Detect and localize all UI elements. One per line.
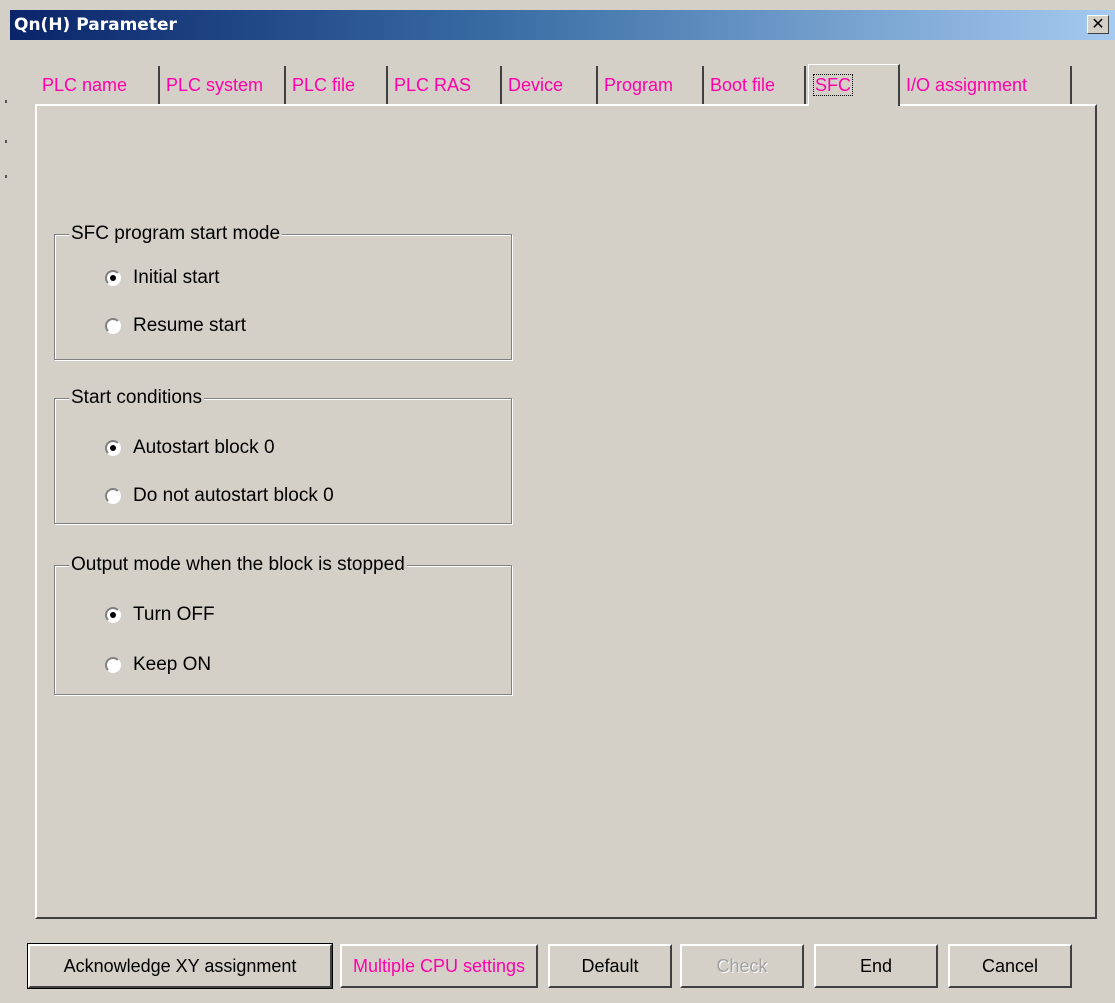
- radio-checked-icon[interactable]: [105, 607, 121, 623]
- tab-boot-file[interactable]: Boot file: [706, 66, 806, 104]
- tab-label: SFC: [813, 74, 853, 96]
- tab-label: PLC name: [42, 75, 128, 95]
- radio-label: Resume start: [133, 315, 246, 336]
- default-button[interactable]: Default: [548, 944, 672, 988]
- group-label: SFC program start mode: [69, 223, 283, 245]
- sfc-tab-panel: SFC program start mode Initial start Res…: [35, 104, 1097, 919]
- window-title: Qn(H) Parameter: [14, 15, 177, 35]
- tab-device[interactable]: Device: [504, 66, 598, 104]
- group-label: Start conditions: [69, 387, 204, 409]
- parameter-dialog: Qn(H) Parameter ✕ PLC name PLC system PL…: [10, 0, 1115, 1003]
- radio-unchecked-icon[interactable]: [105, 318, 121, 334]
- radio-label: Initial start: [133, 267, 220, 288]
- radio-turn-off[interactable]: Turn OFF: [105, 604, 215, 626]
- radio-keep-on[interactable]: Keep ON: [105, 654, 211, 676]
- tab-label: Device: [508, 75, 564, 95]
- tab-label: PLC RAS: [394, 75, 472, 95]
- tab-sfc[interactable]: SFC: [808, 64, 900, 106]
- group-label: Output mode when the block is stopped: [69, 554, 407, 576]
- tab-label: Boot file: [710, 75, 776, 95]
- start-mode-group: SFC program start mode Initial start Res…: [54, 223, 512, 360]
- tab-label: PLC system: [166, 75, 264, 95]
- tab-label: PLC file: [292, 75, 356, 95]
- end-button[interactable]: End: [814, 944, 938, 988]
- tab-plc-system[interactable]: PLC system: [162, 66, 286, 104]
- radio-unchecked-icon[interactable]: [105, 657, 121, 673]
- tab-plc-name[interactable]: PLC name: [38, 66, 160, 104]
- radio-checked-icon[interactable]: [105, 270, 121, 286]
- check-button: Check: [680, 944, 804, 988]
- close-icon: ✕: [1091, 15, 1105, 33]
- start-conditions-group: Start conditions Autostart block 0 Do no…: [54, 387, 512, 524]
- radio-autostart-block-0[interactable]: Autostart block 0: [105, 437, 275, 459]
- radio-resume-start[interactable]: Resume start: [105, 315, 246, 337]
- multiple-cpu-settings-button[interactable]: Multiple CPU settings: [340, 944, 538, 988]
- close-button[interactable]: ✕: [1087, 15, 1109, 34]
- tab-plc-file[interactable]: PLC file: [288, 66, 388, 104]
- radio-do-not-autostart[interactable]: Do not autostart block 0: [105, 485, 334, 507]
- acknowledge-xy-assignment-button[interactable]: Acknowledge XY assignment: [27, 943, 333, 989]
- tab-label: Program: [604, 75, 674, 95]
- tab-io-assignment[interactable]: I/O assignment: [902, 66, 1072, 104]
- radio-label: Do not autostart block 0: [133, 485, 334, 506]
- radio-label: Keep ON: [133, 654, 212, 675]
- title-bar[interactable]: Qn(H) Parameter ✕: [10, 10, 1115, 40]
- radio-label: Autostart block 0: [133, 437, 275, 458]
- cancel-button[interactable]: Cancel: [948, 944, 1072, 988]
- background-edge: [0, 0, 10, 1003]
- tab-label: I/O assignment: [906, 75, 1028, 95]
- output-mode-group: Output mode when the block is stopped Tu…: [54, 554, 512, 695]
- radio-initial-start[interactable]: Initial start: [105, 267, 220, 289]
- tab-plc-ras[interactable]: PLC RAS: [390, 66, 502, 104]
- tab-program[interactable]: Program: [600, 66, 704, 104]
- radio-checked-icon[interactable]: [105, 440, 121, 456]
- radio-label: Turn OFF: [133, 604, 215, 625]
- radio-unchecked-icon[interactable]: [105, 488, 121, 504]
